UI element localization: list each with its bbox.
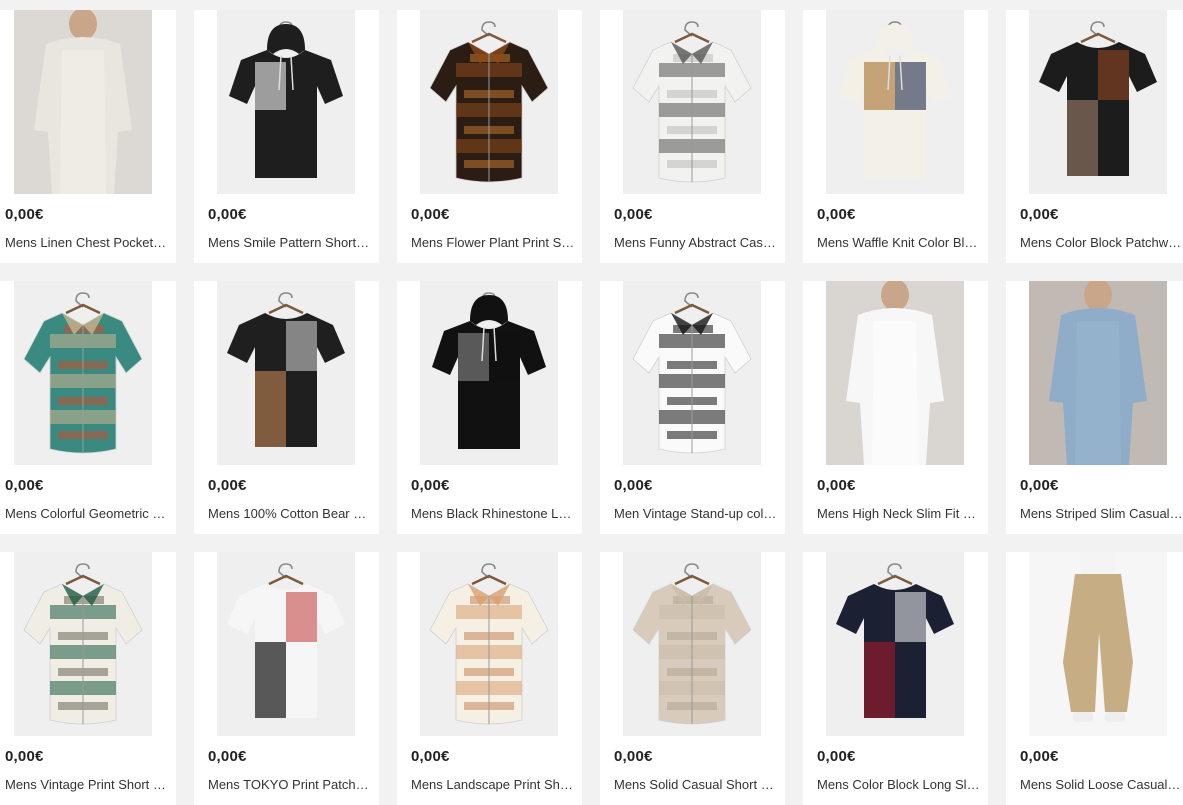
- product-title[interactable]: Mens Color Block Long Sleeve T-Shirts: [817, 777, 981, 792]
- product-price: 0,00€: [614, 748, 653, 765]
- product-image[interactable]: [14, 552, 152, 736]
- product-title[interactable]: Mens Vintage Print Short Sleeve Shirts: [5, 777, 169, 792]
- product-image[interactable]: [826, 281, 964, 465]
- product-price: 0,00€: [411, 206, 450, 223]
- product-card[interactable]: 0,00€ Mens Solid Loose Casual Pants: [1006, 552, 1183, 805]
- product-image[interactable]: [1029, 281, 1167, 465]
- product-card[interactable]: 0,00€ Mens Black Rhinestone Letter Print …: [397, 281, 582, 534]
- product-price: 0,00€: [208, 206, 247, 223]
- product-image[interactable]: [217, 552, 355, 736]
- product-card[interactable]: 0,00€ Mens 100% Cotton Bear Print Short S…: [194, 281, 379, 534]
- product-card[interactable]: 0,00€ Mens Color Block Long Sleeve T-Shir…: [803, 552, 988, 805]
- product-card[interactable]: 0,00€ Mens Striped Slim Casual Polo Shirt…: [1006, 281, 1183, 534]
- product-grid: 0,00€ Mens Linen Chest Pocket Henley Coll…: [0, 10, 1183, 805]
- product-price: 0,00€: [411, 477, 450, 494]
- product-price: 0,00€: [1020, 748, 1059, 765]
- product-title[interactable]: Mens Flower Plant Print Short Sleeve Shi…: [411, 235, 575, 250]
- product-title[interactable]: Mens Color Block Patchwork Short Sleeve …: [1020, 235, 1183, 250]
- product-title[interactable]: Mens Smile Pattern Short Sleeve Hoodie: [208, 235, 372, 250]
- product-price: 0,00€: [208, 477, 247, 494]
- product-card[interactable]: 0,00€ Men Vintage Stand-up collar Striped…: [600, 281, 785, 534]
- product-image[interactable]: [217, 281, 355, 465]
- product-price: 0,00€: [817, 748, 856, 765]
- product-image[interactable]: [14, 10, 152, 194]
- product-card[interactable]: 0,00€ Mens Flower Plant Print Short Sleev…: [397, 10, 582, 263]
- product-card[interactable]: 0,00€ Mens Smile Pattern Short Sleeve Hoo…: [194, 10, 379, 263]
- product-price: 0,00€: [1020, 206, 1059, 223]
- product-image[interactable]: [420, 10, 558, 194]
- product-price: 0,00€: [208, 748, 247, 765]
- product-title[interactable]: Mens Black Rhinestone Letter Print Hoodi…: [411, 506, 575, 521]
- product-price: 0,00€: [5, 206, 44, 223]
- product-card[interactable]: 0,00€ Mens Funny Abstract Casual Short Sl…: [600, 10, 785, 263]
- product-title[interactable]: Mens Solid Casual Short Sleeve Shirts: [614, 777, 778, 792]
- product-image[interactable]: [623, 10, 761, 194]
- product-image[interactable]: [420, 552, 558, 736]
- product-card[interactable]: 0,00€ Mens Color Block Patchwork Short Sl…: [1006, 10, 1183, 263]
- product-image[interactable]: [14, 281, 152, 465]
- product-price: 0,00€: [614, 477, 653, 494]
- product-card[interactable]: 0,00€ Mens Vintage Print Short Sleeve Shi…: [0, 552, 176, 805]
- product-title[interactable]: Mens High Neck Slim Fit Short Sleeve T-S…: [817, 506, 981, 521]
- product-title[interactable]: Mens Colorful Geometric Print Short Slee…: [5, 506, 169, 521]
- product-card[interactable]: 0,00€ Mens Linen Chest Pocket Henley Coll…: [0, 10, 176, 263]
- product-price: 0,00€: [817, 477, 856, 494]
- product-price: 0,00€: [817, 206, 856, 223]
- product-price: 0,00€: [5, 748, 44, 765]
- product-card[interactable]: 0,00€ Mens Colorful Geometric Print Short…: [0, 281, 176, 534]
- product-image[interactable]: [623, 552, 761, 736]
- product-image[interactable]: [420, 281, 558, 465]
- product-image[interactable]: [826, 552, 964, 736]
- product-image[interactable]: [217, 10, 355, 194]
- product-card[interactable]: 0,00€ Mens Waffle Knit Color Block Short …: [803, 10, 988, 263]
- product-image[interactable]: [826, 10, 964, 194]
- product-title[interactable]: Mens TOKYO Print Patchwork Long Sleeve T…: [208, 777, 372, 792]
- product-card[interactable]: 0,00€ Mens Solid Casual Short Sleeve Shir…: [600, 552, 785, 805]
- product-image[interactable]: [1029, 10, 1167, 194]
- product-title[interactable]: Mens Funny Abstract Casual Short Sleeve …: [614, 235, 778, 250]
- product-title[interactable]: Mens Linen Chest Pocket Henley Collar Lo…: [5, 235, 169, 250]
- product-image[interactable]: [1029, 552, 1167, 736]
- product-card[interactable]: 0,00€ Mens Landscape Print Short Sleeve S…: [397, 552, 582, 805]
- product-title[interactable]: Mens Landscape Print Short Sleeve Shirts: [411, 777, 575, 792]
- product-card[interactable]: 0,00€ Mens High Neck Slim Fit Short Sleev…: [803, 281, 988, 534]
- product-title[interactable]: Mens Striped Slim Casual Polo Shirts: [1020, 506, 1183, 521]
- product-image[interactable]: [623, 281, 761, 465]
- product-title[interactable]: Mens 100% Cotton Bear Print Short Sleeve…: [208, 506, 372, 521]
- product-title[interactable]: Mens Solid Loose Casual Pants: [1020, 777, 1183, 792]
- product-price: 0,00€: [411, 748, 450, 765]
- product-price: 0,00€: [614, 206, 653, 223]
- product-price: 0,00€: [5, 477, 44, 494]
- product-card[interactable]: 0,00€ Mens TOKYO Print Patchwork Long Sle…: [194, 552, 379, 805]
- product-price: 0,00€: [1020, 477, 1059, 494]
- product-title[interactable]: Men Vintage Stand-up collar Striped Shir…: [614, 506, 778, 521]
- product-title[interactable]: Mens Waffle Knit Color Block Short Sleev…: [817, 235, 981, 250]
